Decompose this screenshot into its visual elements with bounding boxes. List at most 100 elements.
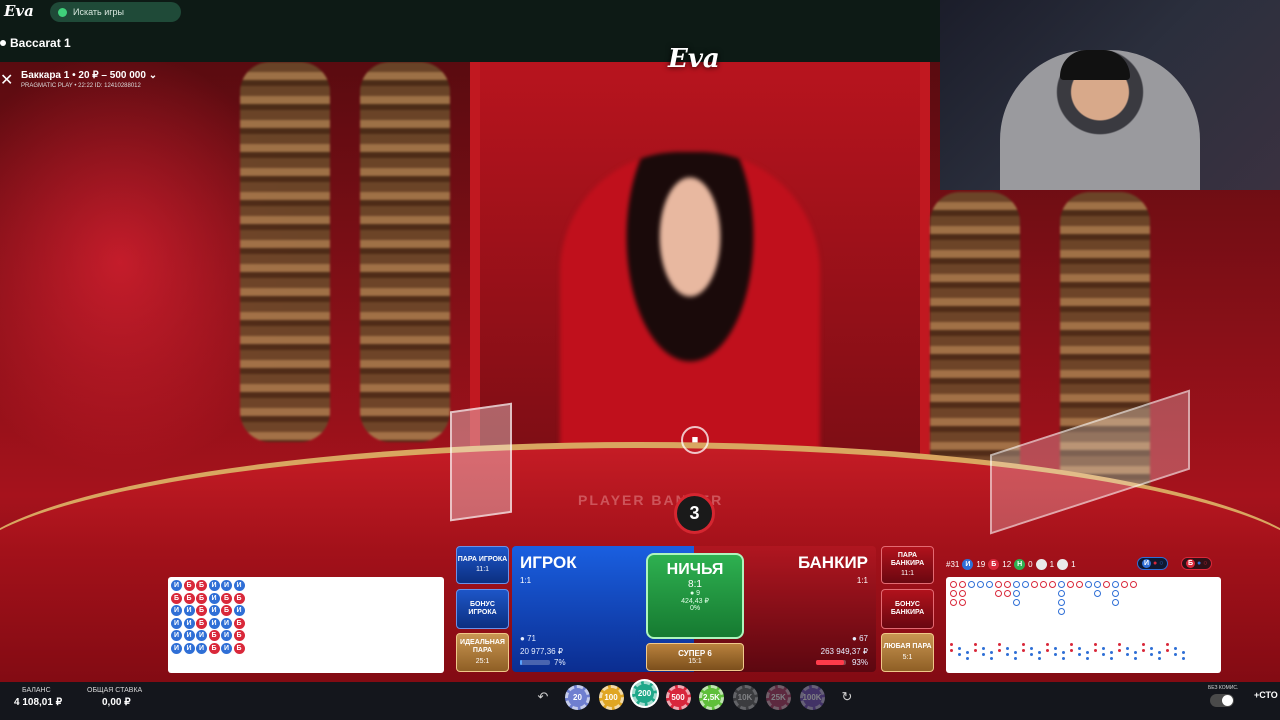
any-pair-odds: 5:1 [902,653,913,661]
road-dot [998,643,1001,646]
bead-result: Б [233,630,245,641]
no-commission-toggle[interactable] [1210,694,1234,707]
undo-icon[interactable]: ↶ [534,688,552,706]
chip-100K[interactable]: 100K [799,685,825,710]
road-dot [958,647,961,650]
road-dot [1046,643,1049,646]
predict-player-icon: И [1142,559,1151,568]
road-dot [1054,647,1057,650]
user-icon: ● [520,634,525,643]
player-wins-icon: И [962,558,974,570]
banker-bonus-bet[interactable]: БОНУС БАНКИРА [881,589,934,629]
road-marker [1058,608,1065,615]
player-wins-count: 19 [976,559,986,569]
road-dot [1166,643,1169,646]
road-marker [1067,581,1074,588]
perfect-pair-label: ИДЕАЛЬНАЯ ПАРА [460,639,505,655]
decor-pillar [240,62,330,442]
predict-player-button[interactable]: И ● ○ [1137,557,1169,570]
video-toggle-icon[interactable]: ■ [681,426,709,454]
chip-200[interactable]: 200 [632,681,657,706]
road-marker [950,590,957,597]
road-marker [1094,590,1101,597]
chip-25K[interactable]: 25K [766,685,791,710]
table-selector[interactable]: Баккара 1 • 20 ₽ – 500 000 ⌄ [21,70,157,81]
repeat-icon[interactable]: ↻ [838,688,856,706]
bead-result: И [208,592,220,604]
road-marker [1004,581,1011,588]
banker-pair-label: ПАРА БАНКИРА [890,551,925,567]
chip-25K[interactable]: 2,5K [699,685,724,710]
road-dot [1102,653,1105,656]
road-marker [1112,581,1119,588]
banker-pair-bet[interactable]: ПАРА БАНКИРА 11:1 [881,546,934,584]
more-tables-button[interactable]: +СТО [1254,690,1278,700]
player-bonus-bet[interactable]: БОНУС ИГРОКА [456,589,509,629]
road-dot [1134,651,1137,654]
road-dot [1086,651,1089,654]
road-dot [1134,657,1137,660]
table-name-text: Баккара 1 • 20 ₽ – 500 000 [21,70,146,81]
road-dot [1142,643,1145,646]
banker-bettors: ● 67 [852,634,868,643]
super6-bet[interactable]: СУПЕР 6 15:1 [646,643,744,671]
bead-result: Б [208,642,220,654]
predict-banker-button[interactable]: Б ● ○ [1181,557,1213,570]
road-dot [1014,651,1017,654]
chip-100[interactable]: 100 [598,685,624,710]
road-marker [959,581,966,588]
road-dot [1022,643,1025,646]
road-marker [1049,581,1056,588]
road-marker [1112,599,1119,606]
big-road-right [946,577,1221,673]
road-dot [1150,647,1153,650]
live-dot-icon [0,40,6,46]
total-bet-label: ОБЩАЯ СТАВКА [87,687,143,694]
road-dot [1182,651,1185,654]
road-dot [982,647,985,650]
bead-result: И [233,580,245,591]
chip-20[interactable]: 20 [565,685,590,710]
bead-result: Б [171,592,182,604]
road-marker [950,581,957,588]
any-pair-bet[interactable]: ЛЮБАЯ ПАРА 5:1 [881,633,934,672]
decor-pillar [360,62,450,442]
bead-result: И [171,580,182,591]
card-shoe [450,402,512,522]
road-dot [974,643,977,646]
player-pair-bet[interactable]: ПАРА ИГРОКА 11:1 [456,546,509,584]
road-dot [1014,657,1017,660]
predict-dots-icon: ● [1153,560,1158,567]
road-marker [959,599,966,606]
road-dot [1118,643,1121,646]
site-logo[interactable]: Eva [4,2,34,20]
road-marker [995,590,1002,597]
banker-wins-icon: Б [988,558,1000,570]
road-dot [1118,649,1121,652]
road-marker [1130,581,1137,588]
user-icon: ● [689,590,695,597]
banker-percent-fill [816,660,844,665]
search-input[interactable]: Искать игры [50,2,181,22]
road-dot [990,651,993,654]
bead-result: И [171,605,182,616]
road-marker [1103,581,1110,588]
chip-10K[interactable]: 10K [732,685,758,710]
banker-odds: 1:1 [856,576,868,585]
user-icon: ● [852,634,857,643]
bead-result: И [196,642,207,654]
chip-500[interactable]: 500 [665,685,691,710]
road-dot [1006,653,1009,656]
balance-value: 4 108,01 ₽ [14,697,63,708]
perfect-pair-bet[interactable]: ИДЕАЛЬНАЯ ПАРА 25:1 [456,633,509,672]
bead-result: Б [208,630,220,641]
tie-bet-area[interactable]: НИЧЬЯ 8:1 ● 9 424,43 ₽ 0% [646,553,744,639]
road-marker [1094,581,1101,588]
road-dot [1150,653,1153,656]
bead-road-left: ИБИИИИББИИИИББББИИИИИИББИББИИИИБИБББ [168,577,444,673]
predict-ring-icon: ○ [1159,560,1164,567]
close-icon[interactable]: ✕ [0,70,13,90]
banker-amount: 263 949,37 ₽ [820,647,868,656]
toggle-knob [1222,695,1233,706]
page-title: Baccarat 1 [0,36,71,50]
